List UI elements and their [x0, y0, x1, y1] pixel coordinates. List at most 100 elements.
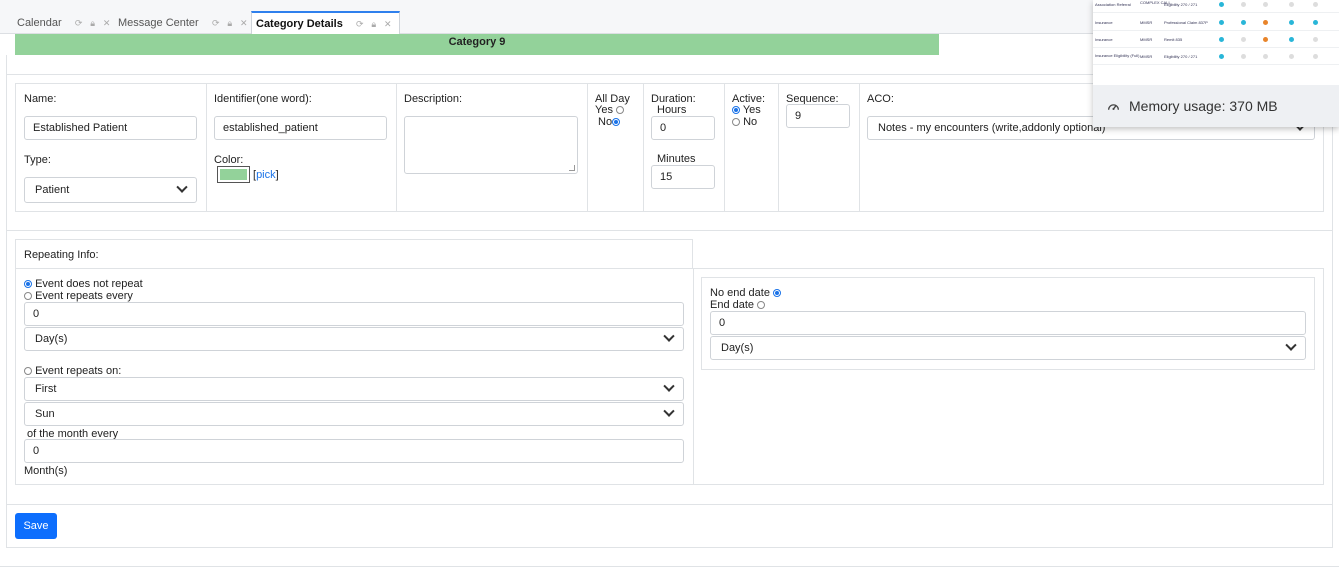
tab-calendar[interactable]: Calendar ⟳ 🔒︎ ✕	[17, 12, 114, 34]
hours-input[interactable]	[651, 116, 715, 140]
description-label: Description:	[404, 93, 463, 105]
repeating-header	[15, 239, 693, 269]
description-textarea[interactable]	[404, 116, 578, 174]
lock-icon[interactable]: 🔒︎	[367, 19, 381, 30]
months-label: Month(s)	[24, 465, 68, 477]
end-date-input[interactable]	[710, 311, 1306, 335]
thumbnail-row: Insurance Eligibility (Full) MMSR Eligib…	[1093, 48, 1339, 65]
status-dot	[1219, 20, 1224, 25]
no-end-radio[interactable]	[773, 289, 781, 298]
thumbnail-row: Insurance MMSR Professional Claim 837P	[1093, 14, 1339, 31]
chevron-down-icon	[663, 380, 675, 392]
lock-icon[interactable]: 🔒︎	[223, 18, 237, 29]
name-input[interactable]	[24, 116, 197, 140]
tab-label: Calendar	[17, 17, 62, 29]
active-no[interactable]: No	[732, 116, 757, 128]
chevron-down-icon	[1285, 339, 1297, 351]
identifier-input[interactable]	[214, 116, 387, 140]
no-end-option[interactable]: No end date	[710, 287, 781, 299]
status-dot	[1219, 54, 1224, 59]
refresh-icon[interactable]: ⟳	[209, 18, 223, 29]
thumb-cell: Association Referral	[1095, 2, 1131, 7]
thumbnail-row: Association Referral COMPLEX CALL Eligib…	[1093, 0, 1339, 13]
repeat-unit-select[interactable]: Day(s)	[24, 327, 684, 351]
thumb-cell: Insurance	[1095, 20, 1113, 25]
type-select-value: Patient	[35, 184, 70, 196]
thumb-cell: MMSR	[1140, 54, 1153, 59]
resize-grip-icon[interactable]	[569, 165, 575, 171]
status-dot	[1263, 54, 1268, 59]
close-icon[interactable]: ✕	[100, 18, 114, 29]
tab-label: Message Center	[118, 17, 199, 29]
no-repeat-option[interactable]: Event does not repeat	[24, 278, 143, 290]
status-dot	[1313, 20, 1318, 25]
sequence-input[interactable]	[786, 104, 850, 128]
pick-link[interactable]: pick	[256, 169, 276, 181]
repeats-on-option[interactable]: Event repeats on:	[24, 365, 121, 377]
active-no-radio[interactable]	[732, 118, 740, 127]
status-dot	[1289, 37, 1294, 42]
repeats-on-radio[interactable]	[24, 367, 32, 376]
minutes-input[interactable]	[651, 165, 715, 189]
month-every-input[interactable]	[24, 439, 684, 463]
repeats-every-option[interactable]: Event repeats every	[24, 290, 133, 302]
refresh-icon[interactable]: ⟳	[72, 18, 86, 29]
thumb-cell: MMSR	[1140, 20, 1153, 25]
end-unit-select[interactable]: Day(s)	[710, 336, 1306, 360]
type-select[interactable]: Patient	[24, 177, 197, 203]
all-day-yes-radio[interactable]	[616, 106, 625, 115]
thumb-cell: Professional Claim 837P	[1164, 20, 1208, 25]
status-dot	[1289, 2, 1294, 7]
all-day-no[interactable]: No	[598, 116, 621, 128]
divider	[6, 504, 1333, 505]
tab-message-center[interactable]: Message Center ⟳ 🔒︎ ✕	[118, 12, 251, 34]
name-label: Name:	[24, 93, 57, 105]
color-swatch[interactable]	[217, 166, 250, 183]
end-date-option[interactable]: End date	[710, 299, 766, 311]
pick-link-wrapper: [pick]	[253, 169, 279, 181]
end-date-radio[interactable]	[757, 301, 766, 310]
thumb-cell: Remit 835	[1164, 37, 1183, 42]
refresh-icon[interactable]: ⟳	[353, 19, 367, 30]
overlay-panel: Association Referral COMPLEX CALL Eligib…	[1093, 0, 1339, 127]
no-repeat-radio[interactable]	[24, 280, 32, 289]
tab-label: Category Details	[256, 18, 343, 30]
close-icon[interactable]: ✕	[381, 19, 395, 30]
thumb-cell: Insurance	[1095, 37, 1113, 42]
all-day-yes-label: Yes	[595, 104, 613, 116]
status-dot	[1241, 37, 1246, 42]
status-dot	[1313, 37, 1318, 42]
all-day-yes[interactable]: Yes	[595, 104, 625, 116]
thumb-cell: Eligibility 270 / 271	[1164, 54, 1198, 59]
repeat-every-input[interactable]	[24, 302, 684, 326]
lock-icon[interactable]: 🔒︎	[86, 18, 100, 29]
memory-usage-label: Memory usage: 370 MB	[1129, 98, 1278, 114]
close-icon[interactable]: ✕	[237, 18, 251, 29]
repeat-ordinal-select[interactable]: First	[24, 377, 684, 401]
chevron-down-icon	[176, 181, 188, 193]
thumb-cell: MMSR	[1140, 37, 1153, 42]
no-end-label: No end date	[710, 287, 770, 299]
thumbnail-row: Insurance MMSR Remit 835	[1093, 31, 1339, 48]
status-dot	[1219, 2, 1224, 7]
color-swatch-fill	[220, 169, 247, 180]
save-button[interactable]: Save	[15, 513, 57, 539]
status-dot	[1313, 2, 1318, 7]
type-label: Type:	[24, 154, 51, 166]
all-day-no-label: No	[598, 116, 613, 128]
active-yes-radio[interactable]	[732, 106, 740, 115]
gauge-icon	[1107, 103, 1120, 110]
status-dot	[1263, 2, 1268, 7]
active-yes[interactable]: Yes	[732, 104, 761, 116]
tab-category-details[interactable]: Category Details ⟳ 🔒︎ ✕	[251, 11, 400, 35]
repeat-day-value: Sun	[35, 408, 55, 420]
all-day-no-radio[interactable]	[612, 118, 621, 127]
repeat-ordinal-value: First	[35, 383, 57, 395]
repeats-every-radio[interactable]	[24, 292, 32, 301]
hours-label: Hours	[657, 104, 687, 116]
active-yes-label: Yes	[742, 104, 761, 116]
status-dot	[1241, 20, 1246, 25]
status-dot	[1263, 20, 1268, 25]
bottom-divider	[0, 566, 1339, 567]
repeat-day-select[interactable]: Sun	[24, 402, 684, 426]
